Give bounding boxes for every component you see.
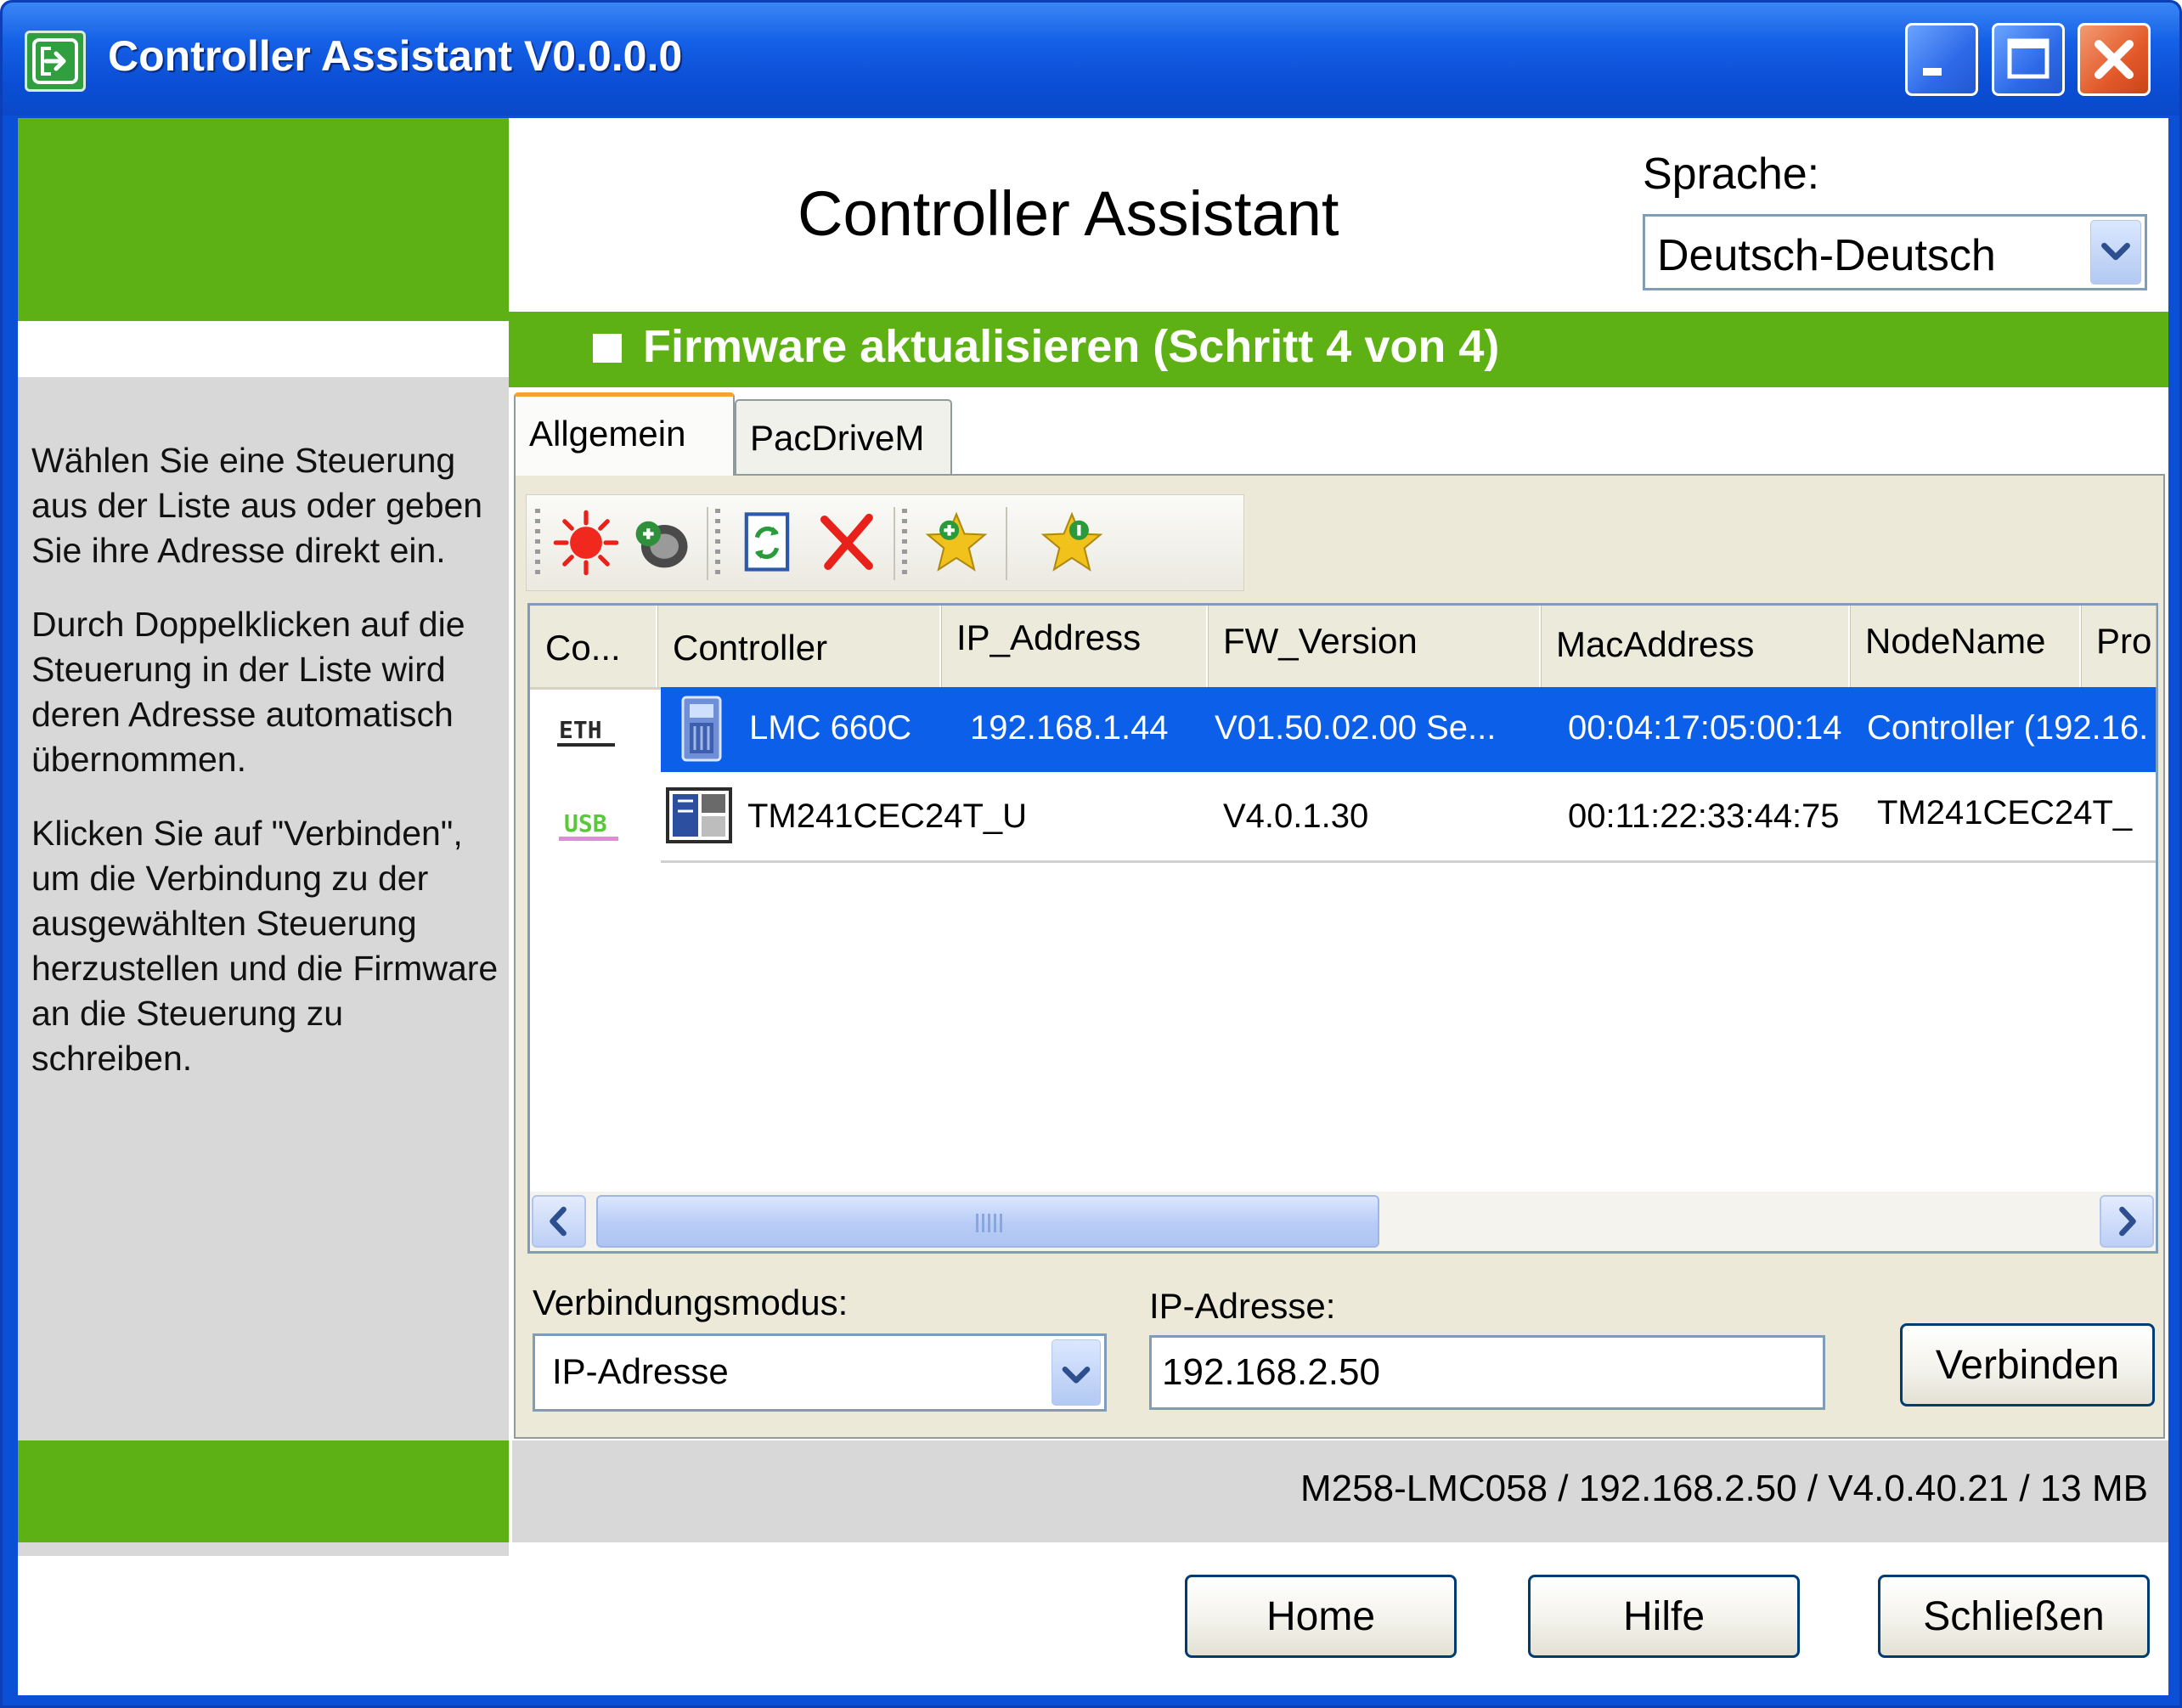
close-icon [2095,40,2134,79]
column-header-protocol[interactable]: Pro [2081,606,2156,687]
page-title: Controller Assistant [798,178,1339,249]
connection-mode-dropdown-button[interactable] [1052,1339,1101,1406]
toolbar-separator [894,507,895,580]
instruction-paragraph: Klicken Sie auf "Verbinden", um die Verb… [31,814,499,1078]
toolbar-separator [1006,507,1007,580]
update-list-icon [744,512,790,572]
minimize-icon [1923,68,1942,76]
table-row[interactable]: ETH LMC 660C 192.168.1.44 V01.50.02.00 S… [530,687,2156,772]
status-text: M258-LMC058 / 192.168.2.50 / V4.0.40.21 … [1300,1468,2148,1509]
brand-panel [18,118,509,321]
cell-node-name: TM241CEC24T_ [1877,794,2133,831]
column-header-mac-address[interactable]: MacAddress [1541,606,1850,687]
svg-text:ETH: ETH [559,716,602,744]
scrollbar-thumb[interactable] [596,1195,1379,1248]
column-header-ip-address[interactable]: IP_Address [941,606,1208,687]
chevron-left-icon [550,1206,567,1237]
update-list-button[interactable] [732,507,803,578]
toolbar [526,494,1244,591]
ethernet-icon: ETH [554,711,625,752]
scroll-left-button[interactable] [532,1195,586,1248]
step-bullet-icon [593,334,622,363]
chevron-down-icon [1062,1367,1091,1384]
close-button[interactable]: Schließen [1878,1575,2150,1658]
refresh-scan-button[interactable] [550,507,622,578]
language-select[interactable]: Deutsch-Deutsch [1643,214,2147,290]
toolbar-grip[interactable] [715,509,720,577]
table-header: Co... Controller IP_Address FW_Version M… [530,606,2156,690]
column-header-connection[interactable]: Co... [530,606,657,687]
column-header-node-name[interactable]: NodeName [1850,606,2081,687]
toolbar-grip[interactable] [535,509,540,577]
step-banner: Firmware aktualisieren (Schritt 4 von 4) [509,312,2168,387]
connection-mode-value: IP-Adresse [552,1351,729,1391]
cell-controller: TM241CEC24T_U [747,798,1028,835]
instruction-paragraph: Durch Doppelklicken auf die Steuerung in… [31,605,465,779]
column-header-fw-version[interactable]: FW_Version [1208,606,1541,687]
instruction-paragraph: Wählen Sie eine Steuerung aus der Liste … [31,441,483,570]
minimize-button[interactable] [1905,23,1978,96]
controller-table: Co... Controller IP_Address FW_Version M… [527,603,2158,1254]
cell-mac-address: 00:11:22:33:44:75 [1568,798,1840,835]
favorite-icon [1040,511,1103,572]
step-title: Firmware aktualisieren (Schritt 4 von 4) [643,321,1500,372]
scroll-right-button[interactable] [2100,1195,2154,1248]
add-favorite-icon [925,511,988,572]
refresh-scan-icon [553,510,619,576]
delete-button[interactable] [812,507,883,578]
connection-settings-icon [635,521,688,568]
scrollbar-grip-icon [976,1214,1005,1232]
maximize-icon [2007,38,2050,79]
tab-label: Allgemein [529,414,686,454]
cell-controller: LMC 660C [749,709,912,747]
connection-mode-select[interactable]: IP-Adresse [533,1333,1107,1412]
tab-pacdrivem[interactable]: PacDriveM [735,399,952,474]
language-value: Deutsch-Deutsch [1657,231,1996,280]
home-button[interactable]: Home [1185,1575,1457,1658]
chevron-right-icon [2119,1206,2136,1237]
add-favorite-button[interactable] [921,507,992,578]
connection-settings-button[interactable] [625,507,696,578]
chevron-down-icon [2101,242,2130,261]
column-header-controller[interactable]: Controller [657,606,941,687]
instructions-panel: Wählen Sie eine Steuerung aus der Liste … [18,377,509,1556]
language-dropdown-button[interactable] [2090,220,2141,285]
table-row[interactable]: USB TM241CEC24T_U V4.0.1.30 00:11:22:33:… [530,775,2156,863]
row-divider [661,860,2156,863]
window-title: Controller Assistant V0.0.0.0 [108,32,683,80]
usb-icon: USB [554,804,625,845]
tab-label: PacDriveM [750,418,925,458]
connection-mode-label: Verbindungsmodus: [533,1282,849,1322]
toolbar-grip[interactable] [902,509,907,577]
tabs-area: Allgemein PacDriveM Co... Controller IP_… [509,387,2168,1440]
delete-icon [820,513,873,571]
tab-page-allgemein: Co... Controller IP_Address FW_Version M… [514,474,2165,1439]
toolbar-separator [707,507,708,580]
cell-fw-version: V01.50.02.00 Se... [1215,709,1497,747]
controller-device-icon [673,696,732,762]
app-icon[interactable] [25,31,86,92]
cell-node-name: Controller (192.16. [1867,709,2149,747]
tab-allgemein[interactable]: Allgemein [514,392,735,476]
ip-address-label: IP-Adresse: [1149,1286,1336,1326]
ip-address-input[interactable] [1149,1335,1825,1410]
brand-footer-panel [18,1440,509,1542]
controller-device-icon [666,786,732,845]
close-window-button[interactable] [2078,23,2151,96]
cell-ip-address: 192.168.1.44 [970,709,1169,747]
cell-mac-address: 00:04:17:05:00:14 [1568,709,1842,747]
title-bar[interactable]: Controller Assistant V0.0.0.0 [3,3,2179,116]
favorite-button[interactable] [1036,507,1108,578]
language-label: Sprache: [1643,149,1820,199]
help-button[interactable]: Hilfe [1528,1575,1800,1658]
status-bar: M258-LMC058 / 192.168.2.50 / V4.0.40.21 … [512,1440,2168,1542]
maximize-button[interactable] [1992,23,2065,96]
client-area: Wählen Sie eine Steuerung aus der Liste … [18,118,2168,1695]
svg-text:USB: USB [564,809,607,837]
cell-fw-version: V4.0.1.30 [1223,798,1369,835]
instructions-text: Wählen Sie eine Steuerung aus der Liste … [31,438,507,1110]
application-window: Controller Assistant V0.0.0.0 Wählen Sie… [0,0,2182,1708]
connect-button[interactable]: Verbinden [1900,1323,2155,1406]
horizontal-scrollbar[interactable] [530,1192,2156,1251]
